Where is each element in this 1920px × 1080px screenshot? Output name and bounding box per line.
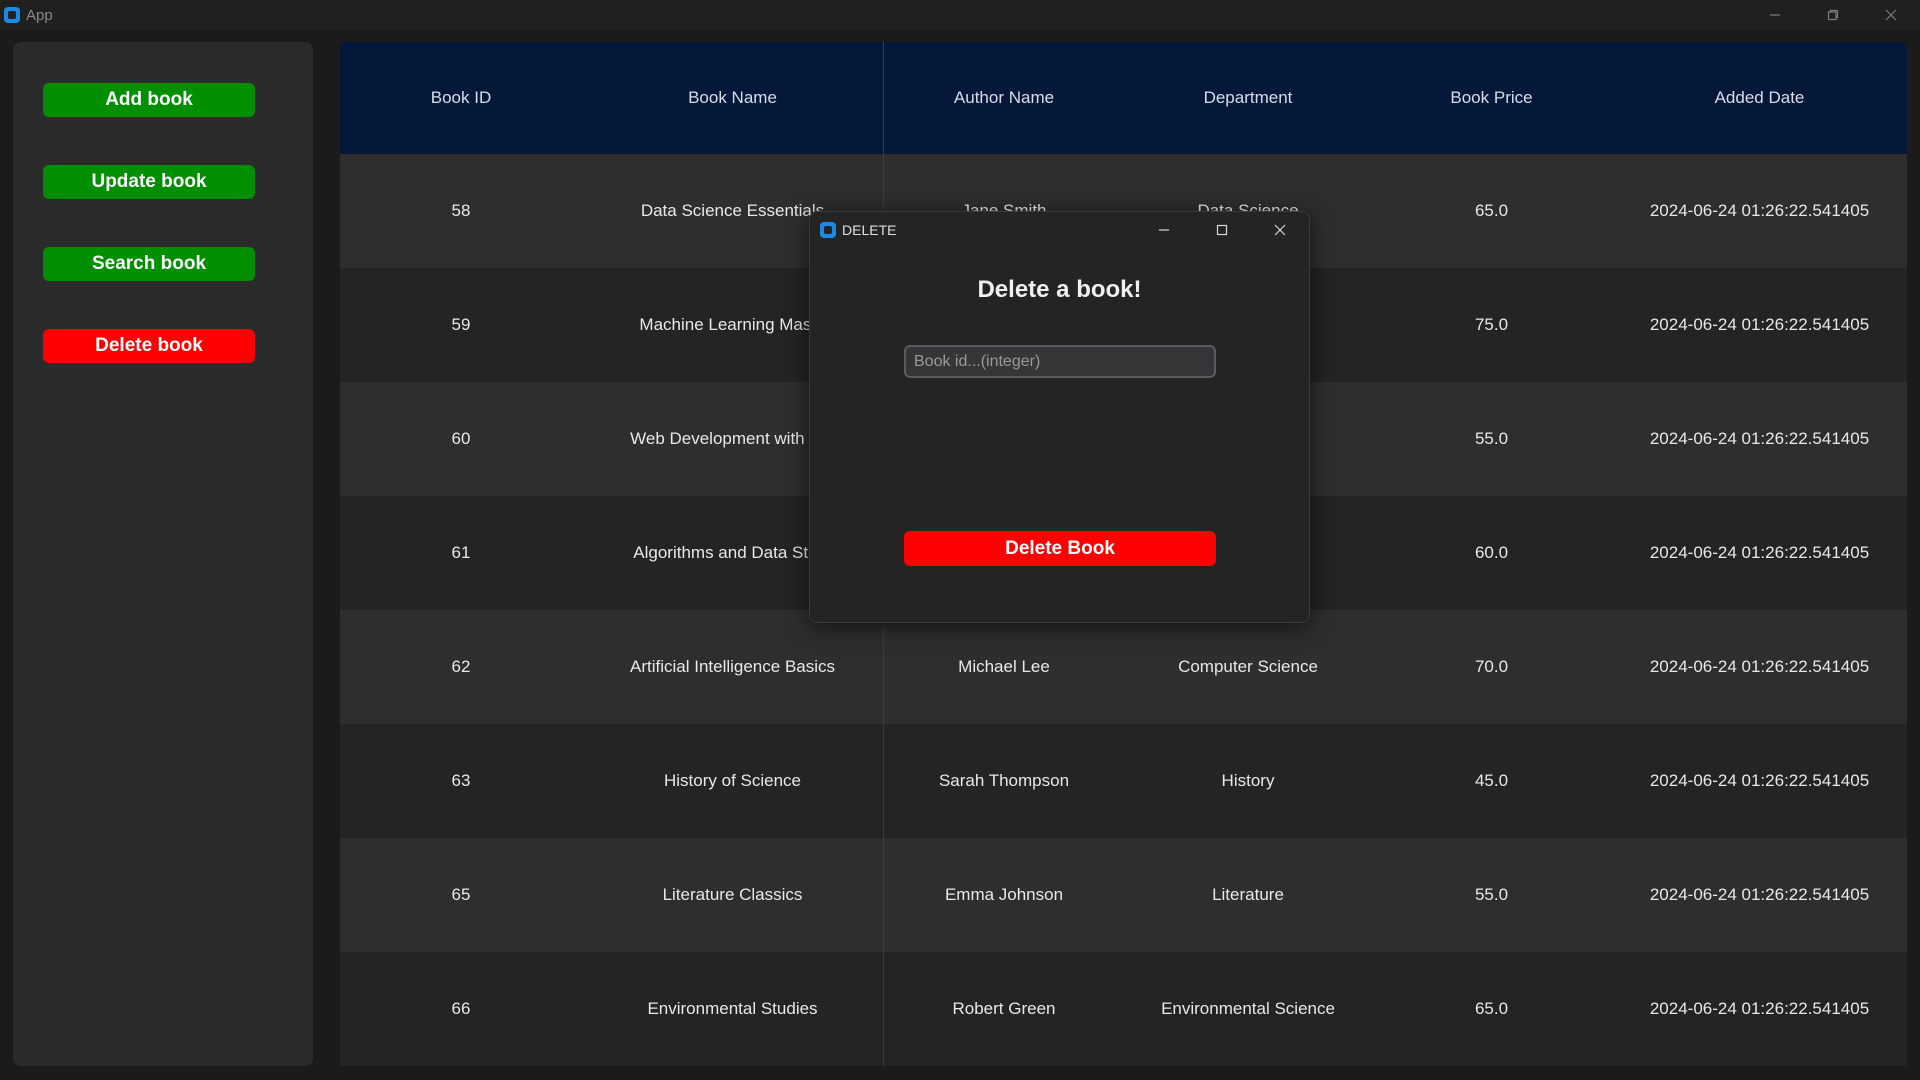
cell-author-name: Sarah Thompson bbox=[938, 771, 1070, 790]
cell-added-date: 2024-06-24 01:26:22.541405 bbox=[1649, 771, 1870, 790]
cell-author-name: Michael Lee bbox=[958, 657, 1050, 676]
cell-department: Computer Science bbox=[1178, 657, 1318, 676]
cell-book-price: 60.0 bbox=[1474, 543, 1509, 562]
header-added-date[interactable]: Added Date bbox=[1612, 88, 1907, 108]
dialog-titlebar: DELETE bbox=[810, 212, 1309, 248]
close-icon bbox=[1885, 9, 1897, 21]
cell-book-price: 75.0 bbox=[1474, 315, 1509, 334]
close-button[interactable] bbox=[1862, 0, 1920, 30]
update-book-button[interactable]: Update book bbox=[43, 165, 255, 199]
cell-book-id: 62 bbox=[451, 657, 471, 676]
cell-book-id: 58 bbox=[451, 201, 471, 220]
app-icon bbox=[820, 222, 836, 238]
cell-department: Literature bbox=[1212, 885, 1284, 904]
dialog-minimize-button[interactable] bbox=[1135, 212, 1193, 248]
cell-book-price: 55.0 bbox=[1474, 429, 1509, 448]
close-icon bbox=[1274, 224, 1286, 236]
cell-added-date: 2024-06-24 01:26:22.541405 bbox=[1649, 429, 1870, 448]
header-book-id[interactable]: Book ID bbox=[340, 88, 582, 108]
cell-author-name: Emma Johnson bbox=[944, 885, 1064, 904]
cell-added-date: 2024-06-24 01:26:22.541405 bbox=[1649, 657, 1870, 676]
search-book-button[interactable]: Search book bbox=[43, 247, 255, 281]
maximize-icon bbox=[1216, 224, 1228, 236]
add-book-button[interactable]: Add book bbox=[43, 83, 255, 117]
cell-book-price: 55.0 bbox=[1474, 885, 1509, 904]
cell-book-id: 60 bbox=[451, 429, 471, 448]
table-row[interactable]: 65 Literature Classics Emma Johnson Lite… bbox=[340, 838, 1907, 952]
window-controls bbox=[1746, 0, 1920, 30]
cell-book-price: 65.0 bbox=[1474, 999, 1509, 1018]
app-icon bbox=[4, 7, 20, 23]
header-book-name[interactable]: Book Name bbox=[582, 88, 883, 108]
cell-department: Environmental Science bbox=[1161, 999, 1335, 1018]
header-book-price[interactable]: Book Price bbox=[1371, 88, 1612, 108]
cell-book-id: 66 bbox=[451, 999, 471, 1018]
dialog-close-button[interactable] bbox=[1251, 212, 1309, 248]
cell-book-name: Environmental Studies bbox=[647, 999, 818, 1018]
cell-book-id: 59 bbox=[451, 315, 471, 334]
cell-added-date: 2024-06-24 01:26:22.541405 bbox=[1649, 315, 1870, 334]
delete-dialog: DELETE Delete a book! Delete Book bbox=[809, 211, 1310, 623]
cell-book-price: 45.0 bbox=[1474, 771, 1509, 790]
cell-department: History bbox=[1221, 771, 1275, 790]
minimize-icon bbox=[1159, 229, 1169, 231]
cell-added-date: 2024-06-24 01:26:22.541405 bbox=[1649, 543, 1870, 562]
book-id-input[interactable] bbox=[904, 345, 1216, 378]
header-department[interactable]: Department bbox=[1125, 88, 1371, 108]
table-row[interactable]: 62 Artificial Intelligence Basics Michae… bbox=[340, 610, 1907, 724]
cell-added-date: 2024-06-24 01:26:22.541405 bbox=[1649, 999, 1870, 1018]
restore-icon bbox=[1827, 9, 1839, 21]
cell-book-name: Artificial Intelligence Basics bbox=[629, 657, 836, 676]
cell-book-id: 63 bbox=[451, 771, 471, 790]
sidebar: Add book Update book Search book Delete … bbox=[13, 42, 313, 1066]
cell-book-id: 61 bbox=[451, 543, 471, 562]
cell-author-name: Robert Green bbox=[952, 999, 1056, 1018]
window-titlebar: App bbox=[0, 0, 1920, 30]
cell-book-id: 65 bbox=[451, 885, 471, 904]
cell-added-date: 2024-06-24 01:26:22.541405 bbox=[1649, 201, 1870, 220]
dialog-heading: Delete a book! bbox=[977, 276, 1142, 303]
table-header: Book ID Book Name Author Name Department… bbox=[340, 42, 1907, 154]
table-row[interactable]: 66 Environmental Studies Robert Green En… bbox=[340, 952, 1907, 1066]
restore-button[interactable] bbox=[1804, 0, 1862, 30]
dialog-maximize-button[interactable] bbox=[1193, 212, 1251, 248]
window-title: App bbox=[26, 6, 53, 24]
cell-added-date: 2024-06-24 01:26:22.541405 bbox=[1649, 885, 1870, 904]
header-author-name[interactable]: Author Name bbox=[883, 88, 1125, 108]
dialog-title: DELETE bbox=[842, 222, 897, 238]
cell-book-name: History of Science bbox=[664, 771, 801, 790]
minimize-button[interactable] bbox=[1746, 0, 1804, 30]
cell-book-name: Literature Classics bbox=[662, 885, 803, 904]
delete-book-button[interactable]: Delete book bbox=[43, 329, 255, 363]
cell-book-price: 70.0 bbox=[1474, 657, 1509, 676]
confirm-delete-button[interactable]: Delete Book bbox=[904, 531, 1216, 566]
dialog-window-controls bbox=[1135, 212, 1309, 248]
cell-book-price: 65.0 bbox=[1474, 201, 1509, 220]
minimize-icon bbox=[1770, 14, 1780, 16]
table-row[interactable]: 63 History of Science Sarah Thompson His… bbox=[340, 724, 1907, 838]
